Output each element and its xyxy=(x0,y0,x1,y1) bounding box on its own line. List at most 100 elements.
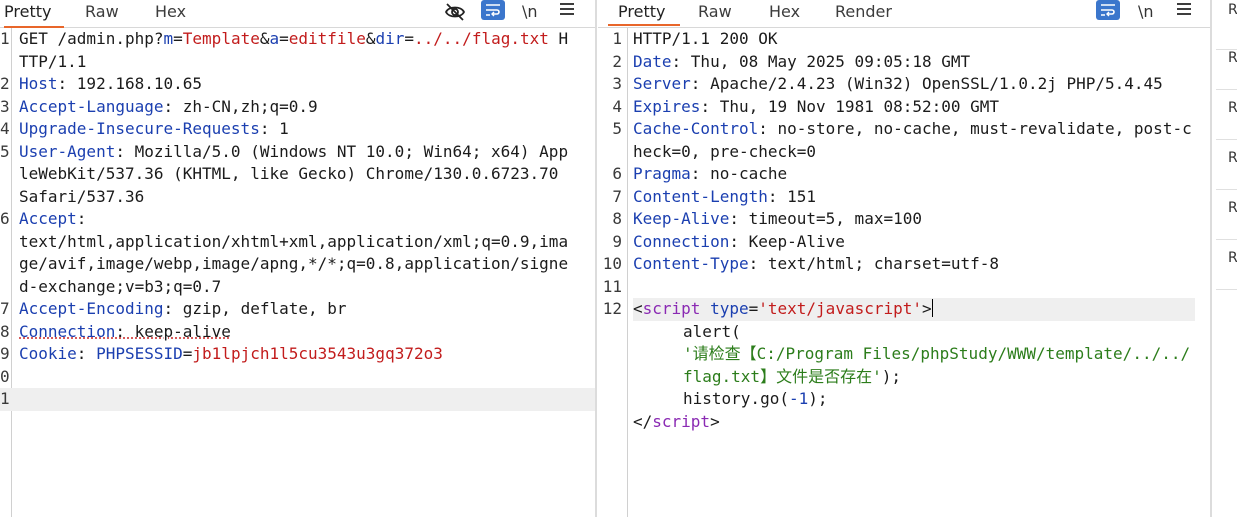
response-panel: Pretty Raw Hex Render \n 1 HTTP/1.1 200 … xyxy=(598,0,1210,517)
code-line: 8 Keep-Alive: timeout=5, max=100 xyxy=(598,208,1210,231)
code-line: 1 GET /admin.php?m=Template&a=editfile&d… xyxy=(0,28,595,73)
line-number: 2 xyxy=(598,51,622,74)
code-line: 6 Pragma: no-cache xyxy=(598,163,1210,186)
header-name: Accept-Language xyxy=(19,97,164,116)
param-value: editfile xyxy=(289,29,366,48)
code-line: 7 Accept-Encoding: gzip, deflate, br xyxy=(0,298,595,321)
line-number: 9 xyxy=(598,231,622,254)
request-tab-pretty[interactable]: Pretty xyxy=(4,0,64,28)
inspector-item-label: R xyxy=(1228,100,1237,116)
word-wrap-icon[interactable] xyxy=(481,0,505,20)
tab-label: Hex xyxy=(155,2,186,21)
header-name: Host xyxy=(19,74,58,93)
tag-bracket: > xyxy=(922,299,932,318)
header-name: Pragma xyxy=(633,164,691,183)
request-tab-raw[interactable]: Raw xyxy=(85,0,119,26)
request-tab-hex[interactable]: Hex xyxy=(155,0,186,26)
word-wrap-icon[interactable] xyxy=(1096,0,1120,20)
newline-toggle[interactable]: \n xyxy=(522,1,538,23)
equals: = xyxy=(749,299,759,318)
line-number: 11 xyxy=(598,276,622,299)
code-line: 0 xyxy=(0,366,595,389)
header-name: Cookie xyxy=(19,344,77,363)
tab-label: Hex xyxy=(769,2,800,21)
param-key: m xyxy=(164,29,174,48)
request-method: GET /admin.php? xyxy=(19,29,164,48)
line-number: 4 xyxy=(598,96,622,119)
tag-name: script xyxy=(652,412,710,431)
equals: = xyxy=(173,29,183,48)
inspector-item[interactable]: R xyxy=(1216,90,1237,140)
inspector-item[interactable]: R xyxy=(1216,240,1237,290)
history-fn: history.go( xyxy=(683,389,789,408)
header-value: : keep-alive xyxy=(115,322,231,341)
code-line: 7 Content-Length: 151 xyxy=(598,186,1210,209)
header-name: Accept xyxy=(19,209,77,228)
header-value: : no-cache xyxy=(691,164,787,183)
alert-call: alert( xyxy=(633,321,1195,344)
panel-divider[interactable] xyxy=(595,0,597,517)
code-line: 2 Date: Thu, 08 May 2025 09:05:18 GMT xyxy=(598,51,1210,74)
line-number: 8 xyxy=(598,208,622,231)
hamburger-icon[interactable] xyxy=(1176,1,1192,23)
header-value: : 192.168.10.65 xyxy=(58,74,203,93)
tab-label: Pretty xyxy=(618,2,665,21)
tab-label: Raw xyxy=(85,2,119,21)
hamburger-icon[interactable] xyxy=(559,1,575,23)
header-name: Content-Type xyxy=(633,254,749,273)
header-name: User-Agent xyxy=(19,142,115,161)
eye-off-icon[interactable] xyxy=(444,1,466,23)
code-line: 6 Accept: text/html,application/xhtml+xm… xyxy=(0,208,595,298)
response-tab-render[interactable]: Render xyxy=(835,0,892,26)
response-tab-hex[interactable]: Hex xyxy=(769,0,800,26)
tab-label: Render xyxy=(835,2,892,21)
header-value: : 151 xyxy=(768,187,816,206)
line-number: 5 xyxy=(598,118,622,141)
header-value: : zh-CN,zh;q=0.9 xyxy=(164,97,318,116)
code-line: 12 <script type='text/javascript'> alert(… xyxy=(598,298,1210,433)
cookie-value: jb1lpjch1l5cu3543u3gq372o3 xyxy=(192,344,442,363)
inspector-item[interactable]: R xyxy=(1216,40,1237,90)
request-editor[interactable]: 1 GET /admin.php?m=Template&a=editfile&d… xyxy=(0,28,595,517)
inspector-item[interactable]: R xyxy=(1216,140,1237,190)
code-line: 9 Connection: Keep-Alive xyxy=(598,231,1210,254)
header-value: : Keep-Alive xyxy=(729,232,845,251)
response-tab-pretty[interactable]: Pretty xyxy=(608,0,680,26)
status-line: HTTP/1.1 200 OK xyxy=(633,29,778,48)
param-key: a xyxy=(269,29,279,48)
text-caret xyxy=(932,299,933,317)
header-name: Server xyxy=(633,74,691,93)
equals: = xyxy=(279,29,289,48)
param-value: ../../flag.txt xyxy=(414,29,549,48)
alert-end: ); xyxy=(882,367,901,386)
code-line: 5 Cache-Control: no-store, no-cache, mus… xyxy=(598,118,1210,163)
line-number: 4 xyxy=(0,118,7,141)
code-line: 3 Accept-Language: zh-CN,zh;q=0.9 xyxy=(0,96,595,119)
inspector-item[interactable]: R xyxy=(1216,190,1237,240)
tag-name: script xyxy=(643,299,701,318)
header-value: : timeout=5, max=100 xyxy=(729,209,922,228)
equals: = xyxy=(183,344,193,363)
inspector-item-label: R xyxy=(1228,250,1237,266)
code-line: 11 xyxy=(598,276,1210,299)
line-number: 1 xyxy=(598,28,622,51)
cookie-name: PHPSESSID xyxy=(96,344,183,363)
param-value: Template xyxy=(183,29,260,48)
number-literal: -1 xyxy=(789,389,808,408)
code-line: 8 Connection: keep-alive xyxy=(0,321,595,344)
response-editor[interactable]: 1 HTTP/1.1 200 OK 2 Date: Thu, 08 May 20… xyxy=(598,28,1210,517)
line-number: 7 xyxy=(0,298,7,321)
header-name: Cache-Control xyxy=(633,119,758,138)
alert-message: '请检查【C:/Program Files/phpStudy/WWW/templ… xyxy=(633,343,1195,388)
line-number: 5 xyxy=(0,141,7,164)
header-name: Date xyxy=(633,52,672,71)
line-number: 6 xyxy=(0,208,7,231)
response-tab-raw[interactable]: Raw xyxy=(698,0,732,26)
header-colon: : xyxy=(77,209,87,228)
attr-value: 'text/javascript' xyxy=(758,299,922,318)
line-number: 3 xyxy=(598,73,622,96)
newline-toggle[interactable]: \n xyxy=(1138,1,1154,23)
header-value: text/html,application/xhtml+xml,applicat… xyxy=(19,232,568,296)
code-line: 2 Host: 192.168.10.65 xyxy=(0,73,595,96)
header-name: Accept-Encoding xyxy=(19,299,164,318)
